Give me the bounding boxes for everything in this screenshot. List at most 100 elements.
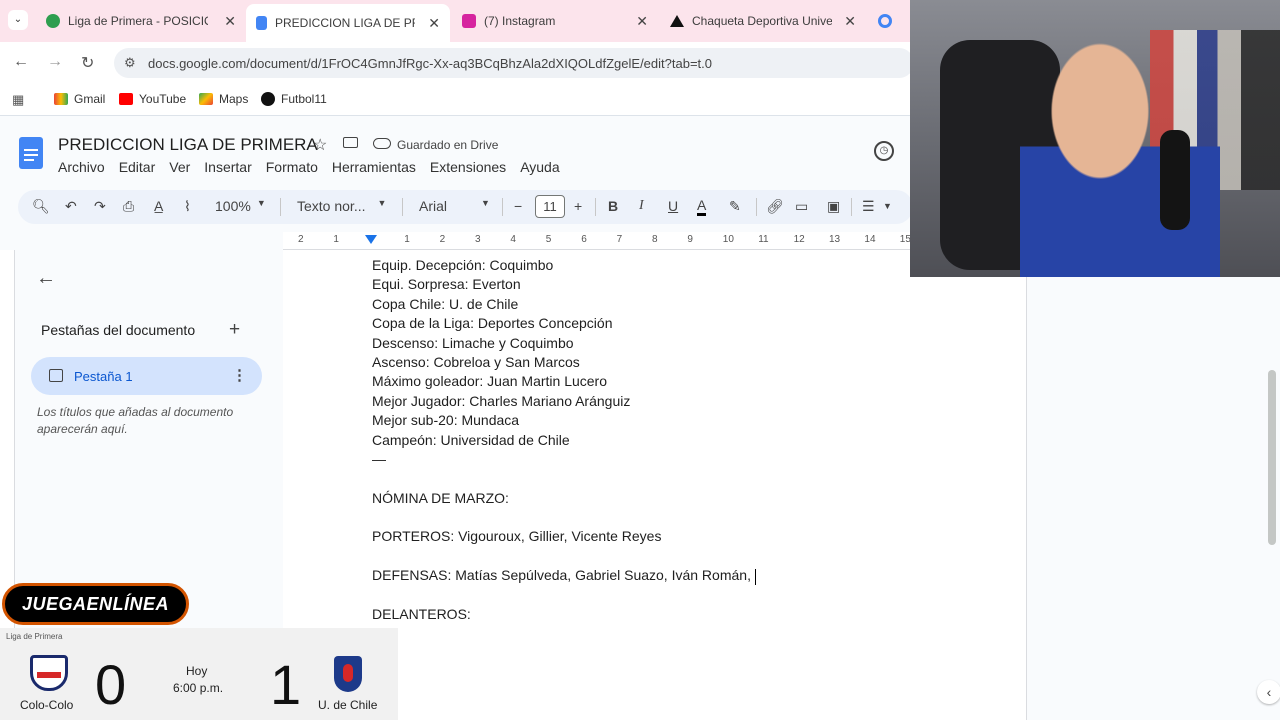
url-text: docs.google.com/document/d/1FrOC4GmnJfRg… — [148, 55, 712, 71]
more-options-icon[interactable]: ⋮ — [232, 366, 247, 384]
doc-line[interactable] — [372, 547, 756, 566]
decrease-font-icon[interactable]: − — [514, 198, 522, 214]
bookmark-youtube[interactable]: YouTube — [119, 92, 186, 106]
document-tab-label: Pestaña 1 — [74, 369, 133, 384]
apps-grid-icon[interactable]: ▦ — [12, 92, 24, 108]
tab-title: (7) Instagram — [484, 14, 556, 28]
menu-ayuda[interactable]: Ayuda — [520, 159, 559, 175]
increase-font-icon[interactable]: + — [574, 198, 582, 214]
doc-line[interactable]: PORTEROS: Vigouroux, Gillier, Vicente Re… — [372, 527, 756, 546]
document-body[interactable]: Equip. Decepción: Coquimbo Equi. Sorpres… — [372, 256, 757, 624]
menu-formato[interactable]: Formato — [266, 159, 318, 175]
doc-line[interactable] — [372, 508, 756, 527]
doc-line[interactable]: Máximo goleador: Juan Martin Lucero — [372, 372, 756, 391]
menu-editar[interactable]: Editar — [119, 159, 156, 175]
doc-line-text: DEFENSAS: Matías Sepúlveda, Gabriel Suaz… — [372, 567, 751, 584]
link-icon[interactable]: 🔗︎ — [766, 198, 784, 215]
ruler-tick-label: 1 — [404, 234, 410, 245]
menu-ver[interactable]: Ver — [169, 159, 190, 175]
close-tab-icon[interactable]: ✕ — [636, 13, 648, 30]
home-score: 0 — [95, 653, 127, 716]
align-left-icon[interactable]: ☰ — [862, 198, 875, 215]
image-icon[interactable]: ▣ — [827, 198, 840, 215]
doc-line[interactable]: Mejor Jugador: Charles Mariano Aránguiz — [372, 392, 756, 411]
add-tab-icon[interactable]: + — [229, 319, 240, 341]
forward-arrow-icon[interactable]: → — [47, 53, 63, 71]
docs-logo-icon[interactable] — [19, 137, 43, 169]
font-value: Arial — [419, 198, 448, 214]
tab-search-button[interactable]: ⌄ — [8, 10, 28, 30]
address-bar[interactable]: ⚙ docs.google.com/document/d/1FrOC4GmnJf… — [114, 48, 914, 78]
close-tab-icon[interactable]: ✕ — [224, 13, 236, 30]
paint-format-icon[interactable]: ⌇ — [184, 198, 191, 215]
webcam-microphone — [1160, 130, 1190, 230]
document-title[interactable]: PREDICCION LIGA DE PRIMERA — [58, 135, 318, 155]
bookmark-futbol11[interactable]: Futbol11 — [261, 92, 327, 106]
reload-icon[interactable]: ↻ — [81, 53, 94, 73]
italic-icon[interactable]: I — [639, 198, 644, 214]
browser-tab-liga[interactable]: Liga de Primera - POSICIONES ✕ — [36, 6, 246, 36]
spellcheck-icon[interactable]: A̲ — [154, 198, 163, 214]
away-score: 1 — [270, 653, 302, 716]
doc-line[interactable]: Ascenso: Cobreloa y San Marcos — [372, 353, 756, 372]
doc-line[interactable]: Equi. Sorpresa: Everton — [372, 275, 756, 294]
doc-line[interactable] — [372, 586, 756, 605]
version-history-icon[interactable]: ◷ — [874, 141, 894, 161]
doc-line[interactable]: NÓMINA DE MARZO: — [372, 489, 756, 508]
doc-line[interactable]: Descenso: Limache y Coquimbo — [372, 334, 756, 353]
expand-side-panel-icon[interactable]: ‹ — [1257, 680, 1280, 704]
doc-line[interactable]: Mejor sub-20: Mundaca — [372, 411, 756, 430]
formatting-toolbar: 🔍︎ ↶ ↷ ⎙ A̲ ⌇ 100% ▼ Texto nor... ▼ Aria… — [18, 190, 913, 224]
font-size-input[interactable]: 11 — [535, 195, 565, 218]
divider — [851, 198, 852, 216]
doc-line[interactable]: Equip. Decepción: Coquimbo — [372, 256, 756, 275]
close-tab-icon[interactable]: ✕ — [428, 15, 440, 32]
highlight-icon[interactable]: ✎ — [729, 198, 741, 215]
doc-line[interactable]: Campeón: Universidad de Chile — [372, 431, 756, 450]
gmail-icon — [54, 93, 68, 105]
chevron-down-icon: ▼ — [256, 198, 266, 208]
font-select[interactable]: Arial ▼ — [419, 198, 490, 214]
redo-icon[interactable]: ↷ — [94, 198, 106, 215]
doc-line[interactable]: Copa de la Liga: Deportes Concepción — [372, 314, 756, 333]
undo-icon[interactable]: ↶ — [65, 198, 77, 215]
menu-herramientas[interactable]: Herramientas — [332, 159, 416, 175]
comment-icon[interactable]: ▭ — [795, 198, 808, 215]
bold-icon[interactable]: B — [608, 198, 618, 214]
doc-line[interactable] — [372, 469, 756, 488]
star-icon[interactable]: ☆ — [313, 135, 327, 155]
menu-extensiones[interactable]: Extensiones — [430, 159, 506, 175]
text-color-icon[interactable]: A — [697, 198, 707, 216]
zoom-select[interactable]: 100% ▼ — [215, 198, 266, 214]
menu-insertar[interactable]: Insertar — [204, 159, 251, 175]
move-folder-icon[interactable] — [343, 137, 358, 148]
doc-line-current[interactable]: DEFENSAS: Matías Sepúlveda, Gabriel Suaz… — [372, 566, 757, 585]
underline-icon[interactable]: U — [668, 198, 678, 214]
bookmark-gmail[interactable]: Gmail — [54, 92, 105, 106]
bookmark-maps[interactable]: Maps — [199, 92, 248, 106]
close-tab-icon[interactable]: ✕ — [844, 13, 856, 30]
document-tab-item[interactable]: Pestaña 1 ⋮ — [31, 357, 262, 395]
doc-line[interactable]: — — [372, 450, 756, 469]
browser-tab-google[interactable]: vid — [868, 6, 910, 36]
ruler[interactable]: 2 1 1 2 3 4 5 6 7 8 9 10 11 12 13 14 15 — [283, 232, 911, 250]
back-arrow-icon[interactable]: ← — [13, 53, 29, 71]
site-info-icon[interactable]: ⚙ — [124, 55, 136, 71]
doc-line[interactable]: Copa Chile: U. de Chile — [372, 295, 756, 314]
search-menus-icon[interactable]: 🔍︎ — [32, 198, 50, 215]
close-panel-arrow-icon[interactable]: ← — [36, 267, 56, 290]
webcam-person — [1020, 40, 1220, 277]
browser-tab-chaqueta[interactable]: Chaqueta Deportiva Universidad ✕ — [660, 6, 866, 36]
indent-marker-icon[interactable] — [365, 235, 377, 244]
doc-line[interactable]: DELANTEROS: — [372, 605, 756, 624]
print-icon[interactable]: ⎙ — [123, 198, 134, 215]
bookmark-label: Futbol11 — [281, 92, 327, 106]
browser-tab-doc[interactable]: PREDICCION LIGA DE PRIMERA ✕ — [246, 4, 450, 42]
save-status: Guardado en Drive — [397, 138, 499, 152]
cloud-saved-icon[interactable] — [373, 138, 391, 149]
browser-tab-instagram[interactable]: (7) Instagram ✕ — [452, 6, 658, 36]
chevron-down-icon[interactable]: ▼ — [883, 201, 892, 211]
menu-archivo[interactable]: Archivo — [58, 159, 105, 175]
style-select[interactable]: Texto nor... ▼ — [297, 198, 386, 214]
scrollbar-thumb[interactable] — [1268, 370, 1276, 545]
